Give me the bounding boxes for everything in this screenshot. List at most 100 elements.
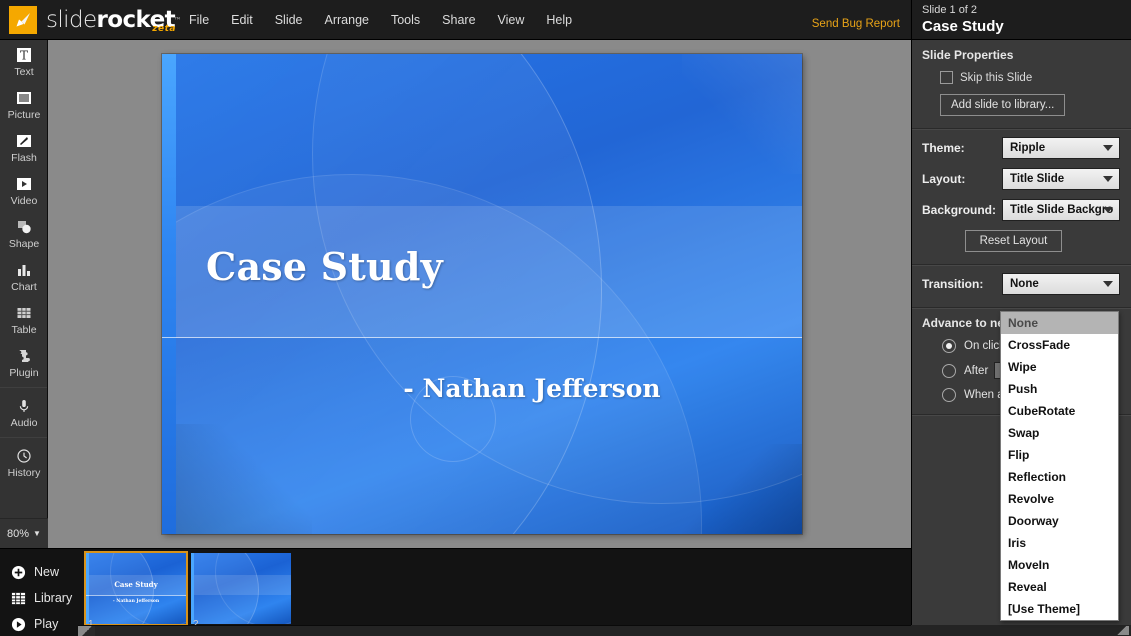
transition-dropdown-list[interactable]: None CrossFade Wipe Push CubeRotate Swap… xyxy=(1000,311,1119,621)
tool-chart[interactable]: Chart xyxy=(0,255,48,298)
new-slide-label: New xyxy=(34,565,60,579)
transition-select[interactable]: None xyxy=(1002,273,1120,295)
menu-help[interactable]: Help xyxy=(535,8,583,32)
tool-audio[interactable]: Audio xyxy=(0,391,48,434)
layout-select-value: Title Slide xyxy=(1010,173,1065,185)
dropdown-option-swap[interactable]: Swap xyxy=(1001,422,1118,444)
dropdown-option-crossfade[interactable]: CrossFade xyxy=(1001,334,1118,356)
dropdown-option-doorway[interactable]: Doorway xyxy=(1001,510,1118,532)
background-row: Background: Title Slide Backgro xyxy=(922,199,1121,221)
dropdown-option-revolve[interactable]: Revolve xyxy=(1001,488,1118,510)
slide-editor-surface[interactable]: Case Study - Nathan Jefferson xyxy=(162,54,802,534)
tool-shape[interactable]: Shape xyxy=(0,212,48,255)
thumb-subtitle: - Nathan Jefferson xyxy=(112,599,160,604)
shape-icon xyxy=(15,218,33,236)
toolbar-divider-1 xyxy=(0,387,47,388)
slide-thumbnail-1[interactable]: Case Study - Nathan Jefferson 1 xyxy=(84,551,188,630)
bottom-bar: New Library Play Case Study - Nathan Jef… xyxy=(0,548,911,636)
chevron-down-icon xyxy=(1103,145,1113,151)
dropdown-option-reveal[interactable]: Reveal xyxy=(1001,576,1118,598)
flash-icon xyxy=(15,132,33,150)
tool-text[interactable]: T Text xyxy=(0,40,48,83)
radio-after[interactable] xyxy=(942,363,956,378)
thumbnail-image[interactable]: Case Study - Nathan Jefferson xyxy=(84,551,188,626)
layout-select[interactable]: Title Slide xyxy=(1002,168,1120,190)
tool-flash[interactable]: Flash xyxy=(0,126,48,169)
thumb-decor-strip xyxy=(191,553,194,624)
resize-grip-icon[interactable] xyxy=(1117,626,1129,635)
advance-option-label: After xyxy=(964,364,989,377)
send-bug-report-link[interactable]: Send Bug Report xyxy=(812,18,900,30)
skip-slide-checkbox[interactable] xyxy=(940,71,953,84)
tool-history[interactable]: History xyxy=(0,441,48,484)
dropdown-option-flip[interactable]: Flip xyxy=(1001,444,1118,466)
skip-slide-label: Skip this Slide xyxy=(960,71,1033,84)
microphone-icon xyxy=(15,397,33,415)
transition-select-value: None xyxy=(1010,278,1039,290)
tool-video[interactable]: Video xyxy=(0,169,48,212)
skip-slide-row[interactable]: Skip this Slide xyxy=(940,71,1121,84)
menu-arrange[interactable]: Arrange xyxy=(314,8,380,32)
slide-subtitle-textbox[interactable]: - Nathan Jefferson xyxy=(322,374,742,403)
menu-file[interactable]: File xyxy=(178,8,220,32)
library-label: Library xyxy=(34,591,73,605)
panel-header: Slide 1 of 2 Case Study xyxy=(912,0,1131,40)
grid-icon xyxy=(10,590,26,606)
dropdown-option-use-theme[interactable]: [Use Theme] xyxy=(1001,598,1118,620)
new-slide-button[interactable]: New xyxy=(10,559,85,585)
tool-table-label: Table xyxy=(11,324,37,336)
tool-video-label: Video xyxy=(10,195,38,207)
layout-row: Layout: Title Slide xyxy=(922,168,1121,190)
background-select[interactable]: Title Slide Backgro xyxy=(1002,199,1120,221)
zoom-level-control[interactable]: 80% ▼ xyxy=(0,518,48,548)
picture-icon xyxy=(15,89,33,107)
theme-select[interactable]: Ripple xyxy=(1002,137,1120,159)
slide-decor-corner-bottom-left xyxy=(162,424,312,534)
reset-layout-button[interactable]: Reset Layout xyxy=(964,230,1063,252)
tool-plugin[interactable]: Plugin xyxy=(0,341,48,384)
dropdown-option-cuberotate[interactable]: CubeRotate xyxy=(1001,400,1118,422)
slide-decor-left-strip xyxy=(162,54,176,534)
bottom-actions: New Library Play xyxy=(10,559,85,636)
dropdown-option-wipe[interactable]: Wipe xyxy=(1001,356,1118,378)
theme-select-value: Ripple xyxy=(1010,142,1046,154)
thumb-decor-band xyxy=(191,575,291,595)
dropdown-option-reflection[interactable]: Reflection xyxy=(1001,466,1118,488)
slide-thumbnail-strip[interactable]: Case Study - Nathan Jefferson 1 2 xyxy=(84,551,911,630)
play-button[interactable]: Play xyxy=(10,611,85,636)
left-toolbar: T Text Picture Flash Video Shape Chart T… xyxy=(0,40,48,548)
bottom-right-corner xyxy=(911,625,1131,636)
add-slide-to-library-button[interactable]: Add slide to library... xyxy=(940,94,1066,116)
menu-share[interactable]: Share xyxy=(431,8,486,32)
slide-canvas-area[interactable]: Case Study - Nathan Jefferson xyxy=(48,40,911,548)
tool-shape-label: Shape xyxy=(8,238,40,250)
slide-decor-corner-top-right xyxy=(682,54,802,174)
tool-plugin-label: Plugin xyxy=(9,367,39,379)
menu-slide[interactable]: Slide xyxy=(264,8,314,32)
chevron-down-icon xyxy=(1103,281,1113,287)
thumbnail-horizontal-scrollbar[interactable] xyxy=(78,625,911,636)
slide-thumbnail-2[interactable]: 2 xyxy=(191,553,291,630)
slide-properties-section: Slide Properties Skip this Slide Add sli… xyxy=(912,40,1131,129)
thumbnail-image[interactable] xyxy=(191,553,291,624)
scrollbar-grip[interactable] xyxy=(78,626,95,636)
table-icon xyxy=(15,304,33,322)
dropdown-option-iris[interactable]: Iris xyxy=(1001,532,1118,554)
top-bar: sliderocket ™ zeta File Edit Slide Arran… xyxy=(0,0,911,40)
dropdown-option-movein[interactable]: MoveIn xyxy=(1001,554,1118,576)
menu-view[interactable]: View xyxy=(487,8,536,32)
tool-table[interactable]: Table xyxy=(0,298,48,341)
dropdown-option-none[interactable]: None xyxy=(1001,312,1118,334)
library-button[interactable]: Library xyxy=(10,585,85,611)
layout-label: Layout: xyxy=(922,172,966,186)
background-label: Background: xyxy=(922,203,997,217)
menu-edit[interactable]: Edit xyxy=(220,8,264,32)
slide-title-textbox[interactable]: Case Study xyxy=(206,244,443,289)
radio-when-audio[interactable] xyxy=(942,388,956,402)
menu-tools[interactable]: Tools xyxy=(380,8,431,32)
theme-row: Theme: Ripple xyxy=(922,137,1121,159)
advance-option-label: On click xyxy=(964,340,1005,352)
dropdown-option-push[interactable]: Push xyxy=(1001,378,1118,400)
radio-on-click[interactable] xyxy=(942,339,956,353)
tool-picture[interactable]: Picture xyxy=(0,83,48,126)
